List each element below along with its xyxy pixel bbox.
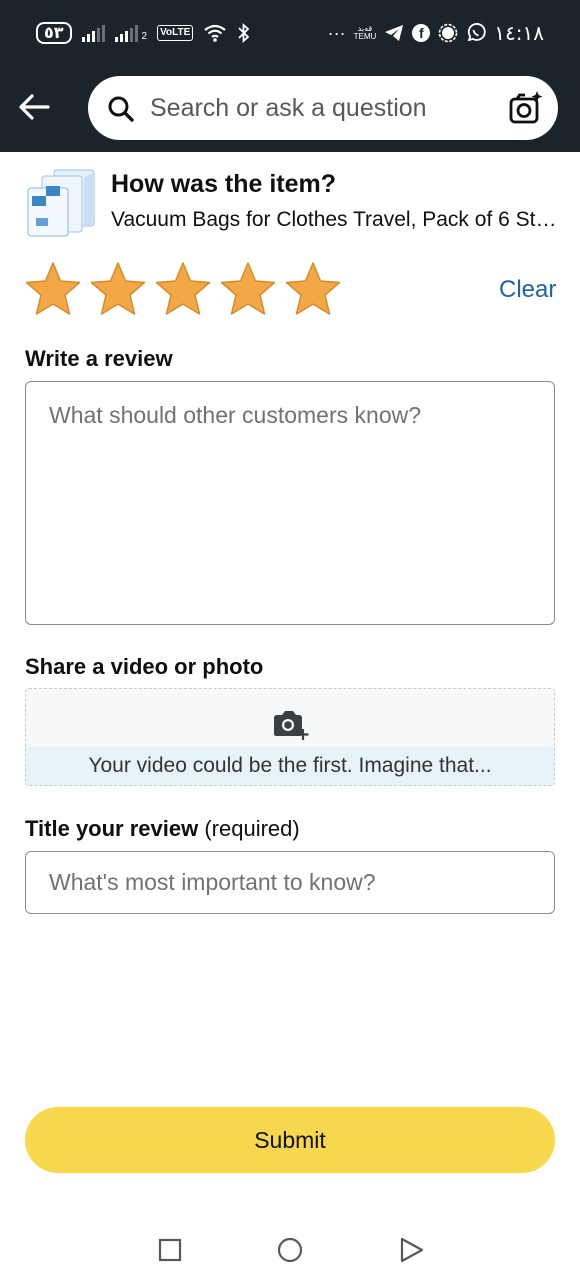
star-2-icon[interactable] xyxy=(89,260,147,318)
write-review-label: Write a review xyxy=(25,346,173,371)
telegram-icon xyxy=(385,25,404,41)
home-icon[interactable] xyxy=(276,1236,304,1264)
search-icon xyxy=(108,96,134,122)
wifi-icon xyxy=(204,24,226,42)
review-textarea[interactable] xyxy=(25,381,555,625)
share-media-label: Share a video or photo xyxy=(25,654,264,679)
clear-rating-link[interactable]: Clear xyxy=(499,276,556,304)
star-5-icon[interactable] xyxy=(284,260,342,318)
star-4-icon[interactable] xyxy=(219,260,277,318)
battery-indicator: ٥٣ xyxy=(36,22,72,44)
review-title-input[interactable] xyxy=(25,851,555,914)
more-notifications-icon: ··· xyxy=(327,23,346,43)
star-rating xyxy=(24,260,342,318)
title-label-text: Title your review xyxy=(25,816,199,841)
add-photo-icon xyxy=(274,711,309,740)
signal-icon xyxy=(81,24,105,42)
back-arrow-icon[interactable] xyxy=(16,88,54,126)
media-upload-area[interactable]: Your video could be the first. Imagine t… xyxy=(25,688,555,786)
title-review-label: Title your review (required) xyxy=(25,816,300,842)
review-heading: How was the item? xyxy=(111,170,337,198)
volte-badge: VoLTE xyxy=(157,25,194,41)
app-header xyxy=(0,68,580,152)
signal-2-icon: 2 xyxy=(114,24,148,42)
status-bar-right: ··· ﻗﻪﺑﺪ TEMU f ١٤:١٨ xyxy=(328,20,544,46)
system-nav-bar xyxy=(0,1218,580,1280)
back-nav-icon[interactable] xyxy=(398,1236,426,1264)
sim-index: 2 xyxy=(141,31,148,42)
star-3-icon[interactable] xyxy=(154,260,212,318)
bluetooth-icon xyxy=(238,23,250,43)
product-thumbnail xyxy=(27,169,95,237)
upload-prompt: Your video could be the first. Imagine t… xyxy=(26,747,554,785)
required-note: (required) xyxy=(204,816,300,841)
submit-button[interactable]: Submit xyxy=(25,1107,555,1173)
search-bar[interactable] xyxy=(88,76,558,140)
signal-app-icon xyxy=(438,23,458,43)
whatsapp-icon xyxy=(467,23,486,42)
status-bar: ٥٣ 2 VoLTE ··· ﻗﻪﺑﺪ TEMU f ١٤:١٨ xyxy=(0,0,580,68)
facebook-icon: f xyxy=(412,24,431,42)
camera-search-icon[interactable] xyxy=(508,90,544,126)
search-input[interactable] xyxy=(150,88,490,128)
clock: ١٤:١٨ xyxy=(494,21,544,45)
star-1-icon[interactable] xyxy=(24,260,82,318)
recent-apps-icon[interactable] xyxy=(156,1236,184,1264)
product-name: Vacuum Bags for Clothes Travel, Pack of … xyxy=(111,208,561,231)
temu-icon: ﻗﻪﺑﺪ TEMU xyxy=(353,24,377,41)
status-bar-left: ٥٣ 2 VoLTE xyxy=(36,20,251,46)
product-summary: How was the item? Vacuum Bags for Clothe… xyxy=(24,162,564,242)
